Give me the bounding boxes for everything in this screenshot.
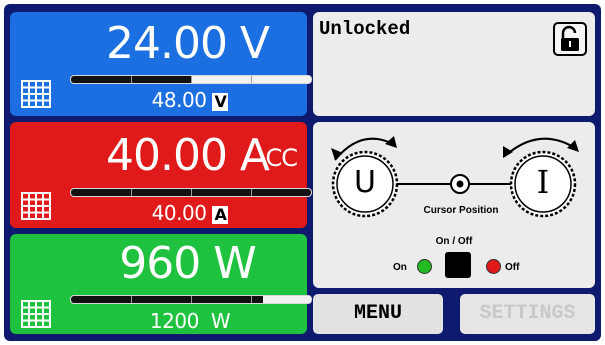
unlocked-padlock-icon [561, 25, 579, 51]
current-bar-tick [131, 189, 132, 196]
current-bar-tick [191, 189, 192, 196]
control-panel: U I Cursor Position On / Off On Off [313, 122, 595, 288]
arrowhead-icon [503, 146, 513, 158]
power-bar-fill [71, 296, 263, 303]
current-value-text: 40.00 A [105, 130, 270, 181]
voltage-panel[interactable]: 24.00 V 48.00 V [10, 12, 312, 116]
output-off-label: Off [505, 262, 520, 273]
output-on-label: On [393, 262, 407, 273]
display-frame: 24.00 V 48.00 V 40.00 A CC 40.00 A 960 W… [4, 4, 601, 341]
power-unit: W [210, 309, 231, 333]
keypad-icon[interactable] [21, 80, 51, 108]
current-unit-badge: A [212, 205, 229, 224]
output-title: On / Off [435, 236, 473, 247]
arrowhead-icon [567, 140, 579, 152]
power-value: 960 W [119, 238, 256, 289]
lock-status-text: Unlocked [319, 18, 411, 40]
cursor-position-label: Cursor Position [423, 205, 499, 216]
voltage-value: 24.00 V [105, 18, 270, 69]
output-toggle-button[interactable] [445, 252, 471, 278]
output-off-led-icon [486, 259, 501, 274]
power-bar [70, 295, 312, 304]
power-bar-tick [191, 296, 192, 303]
power-bar-tick [251, 296, 252, 303]
voltage-bar-tick [131, 76, 132, 83]
keypad-icon[interactable] [21, 300, 51, 328]
voltage-bar-tick [251, 76, 252, 83]
left-knob-label: U [354, 165, 376, 200]
power-limit[interactable]: 1200 W [70, 309, 310, 333]
voltage-bar [70, 75, 312, 84]
voltage-unit-badge: V [212, 92, 229, 111]
settings-button[interactable]: SETTINGS [460, 294, 595, 334]
current-limit-value: 40.00 [151, 201, 207, 225]
power-limit-value: 1200 [149, 309, 199, 333]
voltage-bar-tick [191, 76, 192, 83]
menu-button[interactable]: MENU [313, 294, 443, 334]
output-on-led-icon [417, 259, 432, 274]
cursor-position-dot [456, 180, 464, 188]
lock-button[interactable] [553, 22, 587, 56]
current-mode-indicator: CC [265, 144, 298, 172]
arrowhead-icon [331, 148, 343, 160]
current-limit[interactable]: 40.00 A [70, 201, 310, 225]
power-panel[interactable]: 960 W 1200 W [10, 234, 312, 334]
lock-status-panel: Unlocked [313, 12, 595, 116]
keypad-icon[interactable] [21, 192, 51, 220]
power-bar-tick [131, 296, 132, 303]
voltage-limit-value: 48.00 [151, 88, 207, 112]
right-knob-label: I [536, 163, 550, 201]
current-panel[interactable]: 40.00 A CC 40.00 A [10, 122, 312, 228]
voltage-limit[interactable]: 48.00 V [70, 88, 310, 112]
current-bar [70, 188, 312, 197]
current-bar-tick [251, 189, 252, 196]
